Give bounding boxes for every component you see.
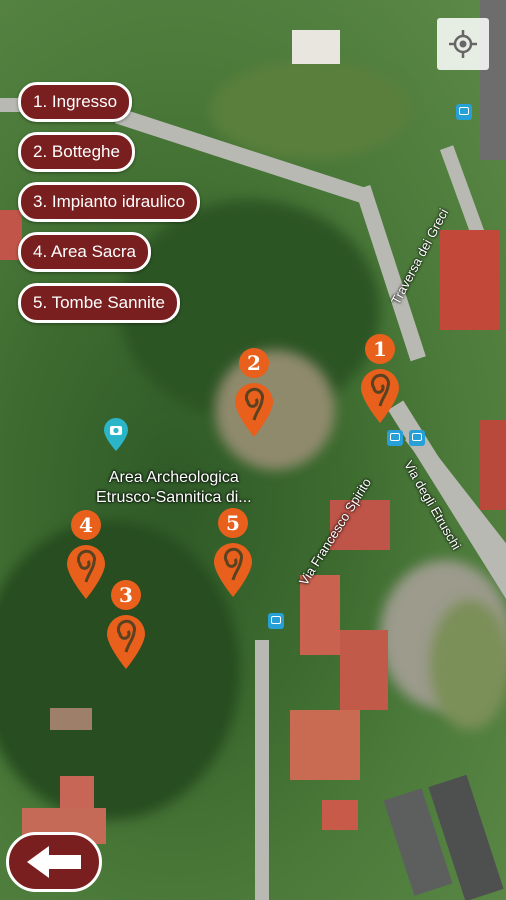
menu-item-area-sacra[interactable]: 4. Area Sacra	[18, 232, 152, 272]
building	[340, 630, 388, 710]
menu-item-ingresso[interactable]: 1. Ingresso	[18, 82, 133, 122]
menu-item-impianto-idraulico[interactable]: 3. Impianto idraulico	[18, 182, 201, 222]
bus-stop-icon	[409, 430, 425, 446]
spiral-pin-icon	[107, 615, 145, 669]
menu-item-botteghe[interactable]: 2. Botteghe	[18, 132, 135, 172]
bus-stop-icon	[456, 104, 472, 120]
field-area	[430, 600, 506, 730]
satellite-map[interactable]: Traversa dei Greci Via degli Etruschi Vi…	[0, 0, 506, 900]
bus-stop-icon	[268, 613, 284, 629]
field-area	[210, 60, 410, 160]
place-label-line2: Etrusco-Sannitica di...	[96, 489, 252, 506]
camera-pin-icon[interactable]	[102, 418, 130, 457]
my-location-icon	[449, 30, 477, 58]
bus-stop-icon	[387, 430, 403, 446]
marker-number: 2	[239, 348, 269, 378]
place-label-line1: Area Archeologica	[108, 469, 239, 486]
building	[300, 575, 340, 655]
marker-number: 1	[365, 334, 395, 364]
road	[255, 640, 269, 900]
spiral-pin-icon	[67, 545, 105, 599]
forest-area	[0, 520, 240, 820]
spiral-pin-icon	[235, 383, 273, 437]
building	[292, 30, 340, 64]
spiral-pin-icon	[214, 543, 252, 597]
building	[480, 420, 506, 510]
back-arrow-icon	[27, 846, 81, 878]
my-location-button[interactable]	[437, 18, 489, 70]
spiral-pin-icon	[361, 369, 399, 423]
menu-item-tombe-sannite[interactable]: 5. Tombe Sannite	[18, 283, 180, 323]
place-label[interactable]: Area Archeologica Etrusco-Sannitica di..…	[96, 468, 252, 508]
back-button[interactable]	[6, 832, 102, 892]
building	[50, 708, 92, 730]
marker-number: 4	[71, 510, 101, 540]
marker-number: 5	[218, 508, 248, 538]
marker-number: 3	[111, 580, 141, 610]
building	[440, 230, 500, 330]
building	[290, 710, 360, 780]
building	[322, 800, 358, 830]
